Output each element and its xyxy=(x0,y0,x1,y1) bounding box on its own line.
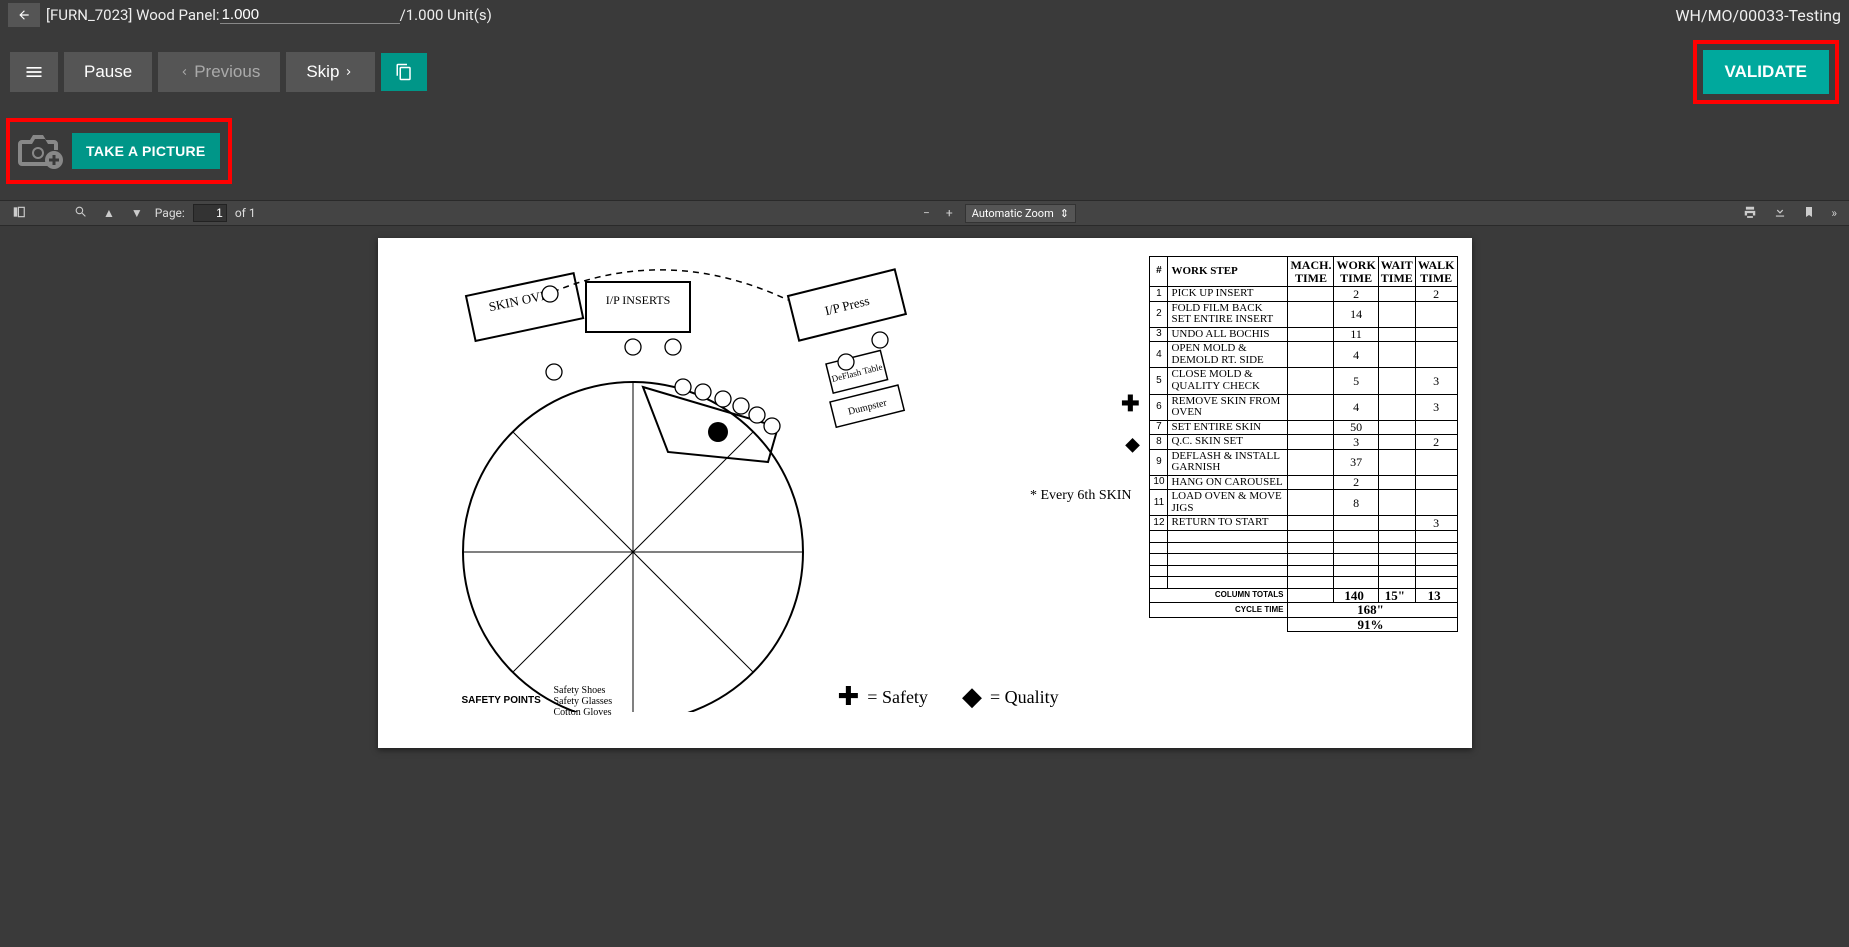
skip-label: Skip xyxy=(306,62,339,82)
pdf-viewport: SKIN OVEN I/P INSERTS I/P Press DeFlash … xyxy=(0,226,1849,947)
work-order-label: WH/MO/00033-Testing xyxy=(1675,6,1841,25)
previous-label: Previous xyxy=(194,62,260,82)
table-row: 6Remove Skin From Oven43 xyxy=(1150,394,1457,420)
sidebar-toggle-icon[interactable] xyxy=(8,205,30,222)
print-icon[interactable] xyxy=(1739,205,1761,222)
page-total: of 1 xyxy=(235,206,256,220)
chevron-updown-icon: ⇕ xyxy=(1060,207,1069,220)
svg-text:9: 9 xyxy=(843,357,848,367)
svg-text:2: 2 xyxy=(680,382,685,392)
legend: ✚ = Safety ◆ = Quality xyxy=(838,684,1059,710)
camera-plus-icon xyxy=(16,132,64,170)
chevron-right-icon xyxy=(343,66,355,78)
table-row: 12Return to Start3 xyxy=(1150,516,1457,531)
table-row: 10Hang on Carousel2 xyxy=(1150,475,1457,490)
pause-button[interactable]: Pause xyxy=(64,52,152,92)
safety-points-label: SAFETY POINTS xyxy=(462,695,541,706)
units-suffix: /1.000 Unit(s) xyxy=(400,6,492,24)
table-row xyxy=(1150,554,1457,566)
plus-icon: ✚ xyxy=(838,684,860,710)
plus-marker: ✚ xyxy=(1121,391,1139,417)
process-diagram: SKIN OVEN I/P INSERTS I/P Press DeFlash … xyxy=(418,252,938,712)
take-picture-button[interactable]: TAKE A PICTURE xyxy=(72,133,220,169)
validate-highlight: VALIDATE xyxy=(1693,40,1839,104)
picture-highlight: TAKE A PICTURE xyxy=(6,118,232,184)
zoom-label: Automatic Zoom xyxy=(972,207,1054,220)
back-button[interactable] xyxy=(8,3,40,27)
svg-text:12: 12 xyxy=(668,342,677,352)
table-row: 3Undo All Bochis11 xyxy=(1150,327,1457,342)
picture-bar: TAKE A PICTURE xyxy=(0,118,1849,200)
svg-text:5: 5 xyxy=(738,401,743,411)
svg-text:Dumpster: Dumpster xyxy=(846,397,888,417)
more-icon[interactable]: » xyxy=(1827,206,1841,220)
diamond-marker: ◆ xyxy=(1126,434,1140,455)
zoom-out-icon[interactable]: − xyxy=(919,206,934,220)
table-row xyxy=(1150,565,1457,577)
table-row: 9Deflash & Install Garnish37 xyxy=(1150,449,1457,475)
table-row xyxy=(1150,542,1457,554)
svg-text:3: 3 xyxy=(700,387,705,397)
arrow-left-icon xyxy=(17,8,31,22)
menu-button[interactable] xyxy=(10,52,58,92)
header-bar: [FURN_7023] Wood Panel: /1.000 Unit(s) W… xyxy=(0,0,1849,30)
svg-text:I/P INSERTS: I/P INSERTS xyxy=(605,293,670,307)
page-down-icon[interactable]: ▼ xyxy=(127,206,147,220)
table-row: 5Close Mold & Quality Check53 xyxy=(1150,368,1457,394)
svg-text:4: 4 xyxy=(720,394,725,404)
zoom-select[interactable]: Automatic Zoom ⇕ xyxy=(965,204,1076,223)
bookmark-icon[interactable] xyxy=(1799,205,1819,222)
table-row: 1Pick up INSERT22 xyxy=(1150,287,1457,302)
validate-button[interactable]: VALIDATE xyxy=(1703,50,1829,94)
table-row: 4Open Mold & Demold Rt. Side4 xyxy=(1150,342,1457,368)
quantity-input[interactable] xyxy=(220,6,400,24)
previous-button[interactable]: Previous xyxy=(158,52,280,92)
page-number-input[interactable] xyxy=(193,204,227,222)
safety-items: Safety Shoes Safety Glasses Cotton Glove… xyxy=(554,685,613,718)
action-toolbar: Pause Previous Skip VALIDATE xyxy=(0,30,1849,118)
table-row: 8Q.C. Skin Set32 xyxy=(1150,435,1457,450)
copy-button[interactable] xyxy=(381,53,427,91)
search-icon[interactable] xyxy=(70,205,91,221)
pdf-page: SKIN OVEN I/P INSERTS I/P Press DeFlash … xyxy=(378,238,1472,748)
svg-text:8: 8 xyxy=(769,421,774,431)
page-up-icon[interactable]: ▲ xyxy=(99,206,119,220)
pdf-toolbar: ▲ ▼ Page: of 1 − + Automatic Zoom ⇕ » xyxy=(0,200,1849,226)
svg-text:1: 1 xyxy=(630,342,635,352)
svg-text:I/P Press: I/P Press xyxy=(823,293,871,319)
table-row: 2Fold Film Back Set Entire Insert14 xyxy=(1150,301,1457,327)
work-step-table: # WORK STEP MACH. TIME WORK TIME WAIT TI… xyxy=(1149,256,1457,632)
download-icon[interactable] xyxy=(1769,205,1791,222)
copy-icon xyxy=(395,63,413,81)
table-row xyxy=(1150,577,1457,589)
chevron-left-icon xyxy=(178,66,190,78)
product-title: [FURN_7023] Wood Panel: xyxy=(46,6,220,24)
svg-text:10: 10 xyxy=(875,335,885,345)
skip-button[interactable]: Skip xyxy=(286,52,375,92)
svg-text:11: 11 xyxy=(545,289,554,299)
hamburger-icon xyxy=(24,62,44,82)
svg-text:6: 6 xyxy=(551,367,556,377)
diamond-icon: ◆ xyxy=(962,684,982,710)
page-label: Page: xyxy=(155,206,185,220)
table-row: 11Load Oven & Move Jigs8 xyxy=(1150,490,1457,516)
every-6th-note: * Every 6th SKIN xyxy=(1030,488,1132,504)
table-row xyxy=(1150,531,1457,543)
zoom-in-icon[interactable]: + xyxy=(942,206,957,220)
svg-text:7: 7 xyxy=(754,410,759,420)
table-row: 7Set Entire Skin50 xyxy=(1150,420,1457,435)
